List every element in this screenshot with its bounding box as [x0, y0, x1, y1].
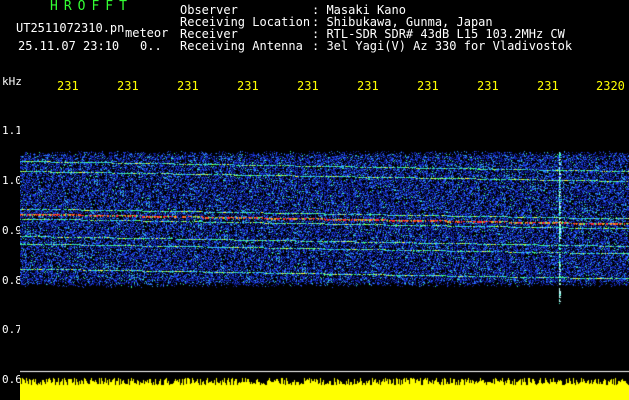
y-axis-unit: kHz: [2, 75, 22, 88]
info-labels: Observer Receiving Location Receiver Rec…: [180, 4, 310, 52]
spectrogram-plot[interactable]: [20, 98, 629, 400]
app-title: HROFFT: [50, 0, 133, 14]
hrofft-window: HROFFT UT2511072310.pn meteor 25.11.07 2…: [0, 0, 629, 400]
y-tick-0-7: 0.7: [2, 323, 22, 336]
x-tick-9: 231: [537, 79, 559, 93]
x-tick-4: 231: [237, 79, 259, 93]
spectrogram-canvas[interactable]: [20, 98, 629, 400]
y-tick-0-8: 0.8: [2, 274, 22, 287]
antenna-value: : 3el Yagi(V) Az 330 for Vladivostok: [312, 39, 573, 53]
antenna-label: Receiving Antenna: [180, 39, 303, 53]
x-tick-1: 231: [57, 79, 79, 93]
y-tick-1-0: 1.0: [2, 174, 22, 187]
y-tick-1-1: 1.1: [2, 124, 22, 137]
y-tick-0-6: 0.6: [2, 373, 22, 386]
x-tick-2: 231: [117, 79, 139, 93]
counter-label: 0..: [140, 39, 162, 53]
x-tick-8: 231: [477, 79, 499, 93]
x-tick-6: 231: [357, 79, 379, 93]
file-name: UT2511072310.pn: [16, 21, 125, 35]
x-tick-10: 2320: [596, 79, 625, 93]
x-tick-7: 231: [417, 79, 439, 93]
date-time: 25.11.07 23:10: [18, 39, 120, 53]
y-tick-0-9: 0.9: [2, 224, 22, 237]
x-tick-3: 231: [177, 79, 199, 93]
mode-label: meteor: [125, 26, 169, 40]
info-values: : Masaki Kano : Shibukawa, Gunma, Japan …: [312, 4, 572, 52]
x-tick-5: 231: [297, 79, 319, 93]
